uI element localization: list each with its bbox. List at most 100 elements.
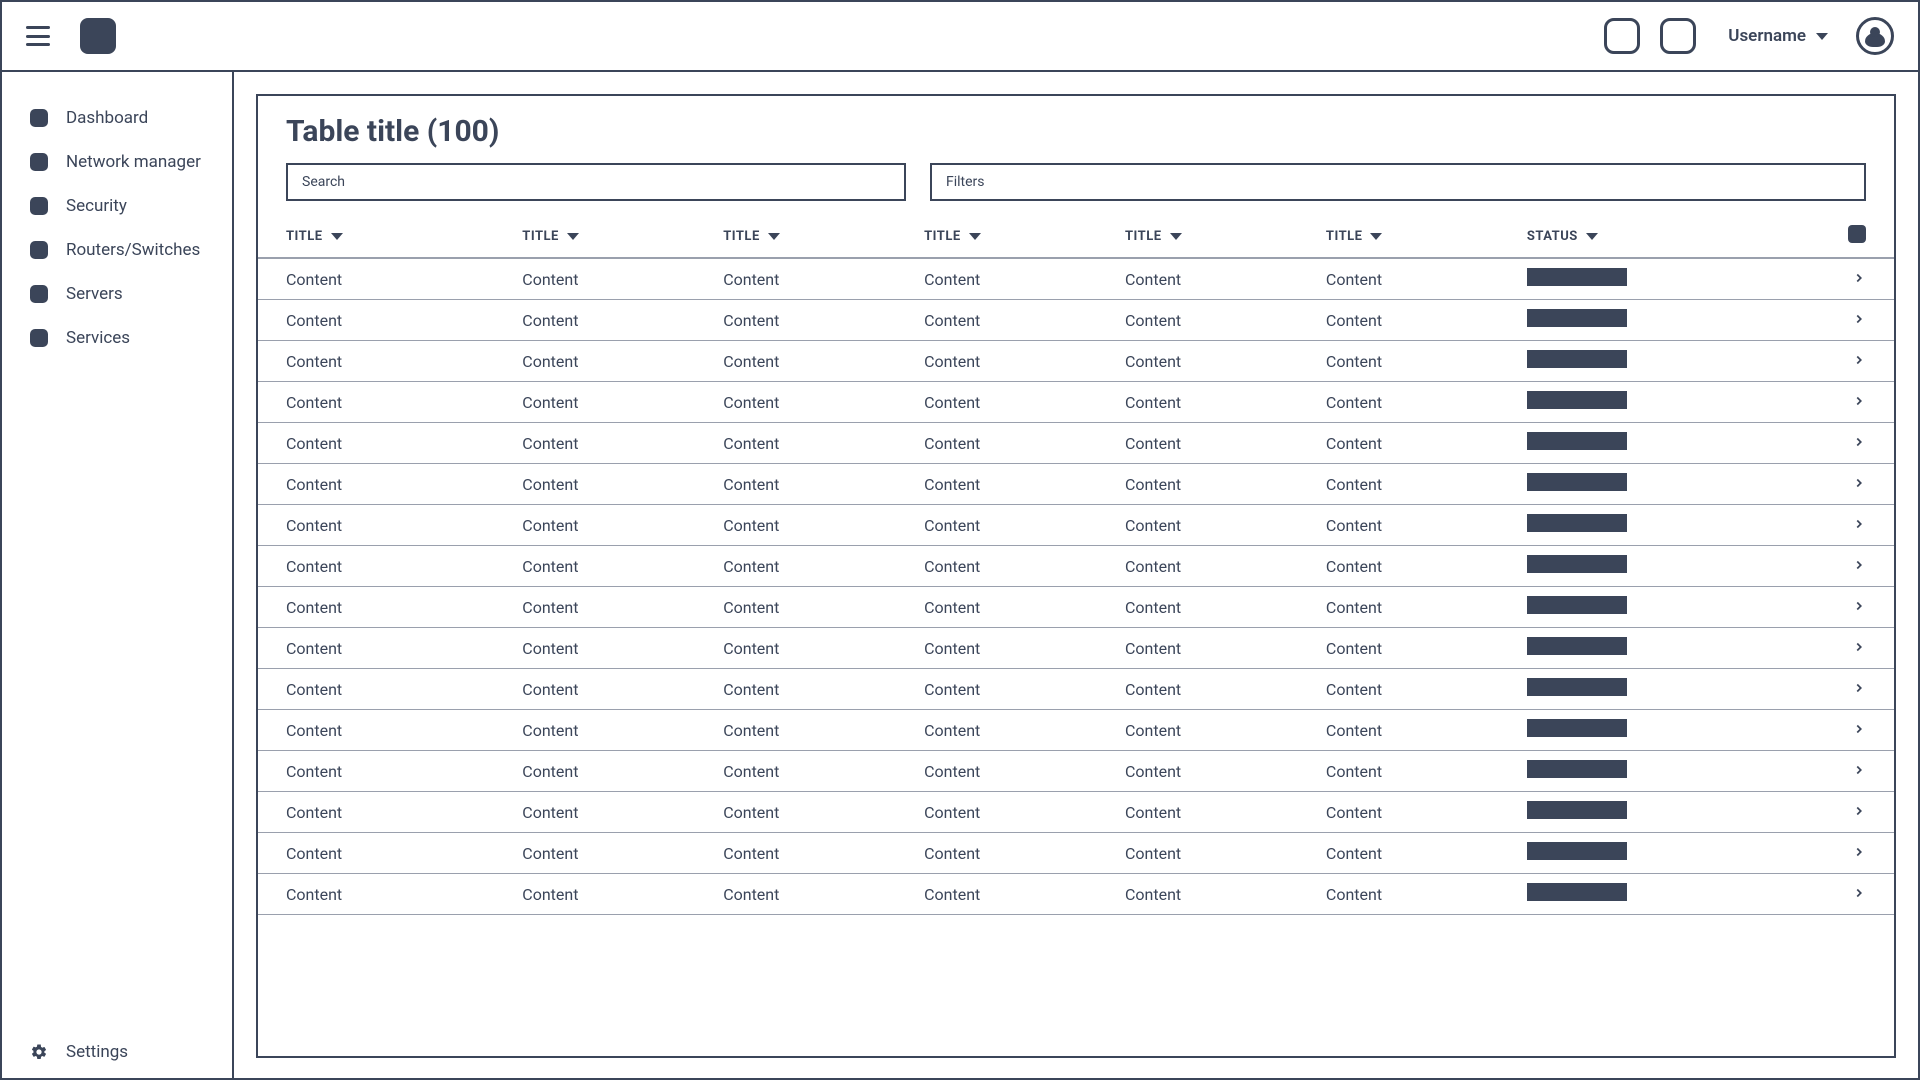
table-row[interactable]: ContentContentContentContentContentConte… <box>258 833 1894 874</box>
column-header[interactable]: TITLE <box>715 215 916 258</box>
table-cell: Content <box>1117 792 1318 833</box>
table-cell: Content <box>1318 300 1519 341</box>
row-expand[interactable] <box>1840 751 1894 792</box>
chevron-right-icon <box>1852 475 1866 494</box>
table-row[interactable]: ContentContentContentContentContentConte… <box>258 587 1894 628</box>
row-expand[interactable] <box>1840 628 1894 669</box>
table-cell: Content <box>715 546 916 587</box>
table-cell: Content <box>1318 751 1519 792</box>
menu-icon[interactable] <box>26 26 50 46</box>
row-expand[interactable] <box>1840 505 1894 546</box>
table-cell: Content <box>514 423 715 464</box>
table-cell: Content <box>1318 833 1519 874</box>
sidebar-item-services[interactable]: Services <box>2 316 232 360</box>
table-cell: Content <box>715 464 916 505</box>
status-badge <box>1527 678 1627 696</box>
row-expand[interactable] <box>1840 423 1894 464</box>
table-cell: Content <box>715 628 916 669</box>
column-header[interactable]: TITLE <box>514 215 715 258</box>
table-cell: Content <box>916 300 1117 341</box>
table-cell: Content <box>916 628 1117 669</box>
row-expand[interactable] <box>1840 792 1894 833</box>
sidebar-item-security[interactable]: Security <box>2 184 232 228</box>
table-row[interactable]: ContentContentContentContentContentConte… <box>258 710 1894 751</box>
table-row[interactable]: ContentContentContentContentContentConte… <box>258 546 1894 587</box>
table-cell: Content <box>1318 546 1519 587</box>
column-header-action[interactable] <box>1840 215 1894 258</box>
row-expand[interactable] <box>1840 587 1894 628</box>
table-cell: Content <box>1318 341 1519 382</box>
table-row[interactable]: ContentContentContentContentContentConte… <box>258 341 1894 382</box>
status-badge <box>1527 391 1627 409</box>
table-row[interactable]: ContentContentContentContentContentConte… <box>258 258 1894 300</box>
table-row[interactable]: ContentContentContentContentContentConte… <box>258 505 1894 546</box>
table-cell: Content <box>1117 505 1318 546</box>
table-row[interactable]: ContentContentContentContentContentConte… <box>258 464 1894 505</box>
sidebar-item-dashboard[interactable]: Dashboard <box>2 96 232 140</box>
status-cell <box>1519 423 1840 464</box>
sort-icon <box>969 233 981 240</box>
status-badge <box>1527 801 1627 819</box>
sidebar-item-settings[interactable]: Settings <box>2 1024 232 1080</box>
sidebar-item-label: Security <box>66 196 127 216</box>
table-row[interactable]: ContentContentContentContentContentConte… <box>258 423 1894 464</box>
topbar-action-2[interactable] <box>1660 18 1696 54</box>
filters-input[interactable]: Filters <box>930 163 1866 201</box>
square-icon <box>30 153 48 171</box>
sidebar-item-network-manager[interactable]: Network manager <box>2 140 232 184</box>
table-cell: Content <box>514 792 715 833</box>
column-header[interactable]: TITLE <box>916 215 1117 258</box>
table-row[interactable]: ContentContentContentContentContentConte… <box>258 300 1894 341</box>
table-cell: Content <box>258 792 514 833</box>
table-cell: Content <box>1318 258 1519 300</box>
table-cell: Content <box>1318 382 1519 423</box>
table-cell: Content <box>1117 587 1318 628</box>
column-header[interactable]: TITLE <box>1318 215 1519 258</box>
table-cell: Content <box>1318 423 1519 464</box>
status-cell <box>1519 382 1840 423</box>
row-expand[interactable] <box>1840 464 1894 505</box>
row-expand[interactable] <box>1840 710 1894 751</box>
table-row[interactable]: ContentContentContentContentContentConte… <box>258 669 1894 710</box>
table-row[interactable]: ContentContentContentContentContentConte… <box>258 874 1894 915</box>
app-logo[interactable] <box>80 18 116 54</box>
chevron-right-icon <box>1852 393 1866 412</box>
search-input[interactable]: Search <box>286 163 906 201</box>
row-expand[interactable] <box>1840 669 1894 710</box>
status-cell <box>1519 710 1840 751</box>
row-expand[interactable] <box>1840 258 1894 300</box>
square-icon <box>30 329 48 347</box>
row-expand[interactable] <box>1840 382 1894 423</box>
topbar-action-1[interactable] <box>1604 18 1640 54</box>
row-expand[interactable] <box>1840 874 1894 915</box>
table-cell: Content <box>1117 751 1318 792</box>
table-cell: Content <box>514 382 715 423</box>
row-expand[interactable] <box>1840 546 1894 587</box>
row-expand[interactable] <box>1840 833 1894 874</box>
table-row[interactable]: ContentContentContentContentContentConte… <box>258 628 1894 669</box>
avatar[interactable] <box>1856 17 1894 55</box>
table-row[interactable]: ContentContentContentContentContentConte… <box>258 382 1894 423</box>
table-cell: Content <box>258 464 514 505</box>
sidebar-item-label: Routers/Switches <box>66 240 200 260</box>
user-menu[interactable]: Username <box>1728 26 1828 46</box>
table-cell: Content <box>916 792 1117 833</box>
row-expand[interactable] <box>1840 300 1894 341</box>
column-header-status[interactable]: STATUS <box>1519 215 1840 258</box>
table-row[interactable]: ContentContentContentContentContentConte… <box>258 792 1894 833</box>
table-row[interactable]: ContentContentContentContentContentConte… <box>258 751 1894 792</box>
column-header[interactable]: TITLE <box>1117 215 1318 258</box>
sidebar-item-servers[interactable]: Servers <box>2 272 232 316</box>
page-title: Table title (100) <box>258 114 1894 163</box>
table-cell: Content <box>258 423 514 464</box>
row-expand[interactable] <box>1840 341 1894 382</box>
chevron-right-icon <box>1852 598 1866 617</box>
table-cell: Content <box>916 669 1117 710</box>
square-icon <box>30 241 48 259</box>
chevron-right-icon <box>1852 352 1866 371</box>
sidebar-item-routers-switches[interactable]: Routers/Switches <box>2 228 232 272</box>
sort-icon <box>331 233 343 240</box>
table-cell: Content <box>1117 546 1318 587</box>
table-cell: Content <box>715 505 916 546</box>
column-header[interactable]: TITLE <box>258 215 514 258</box>
